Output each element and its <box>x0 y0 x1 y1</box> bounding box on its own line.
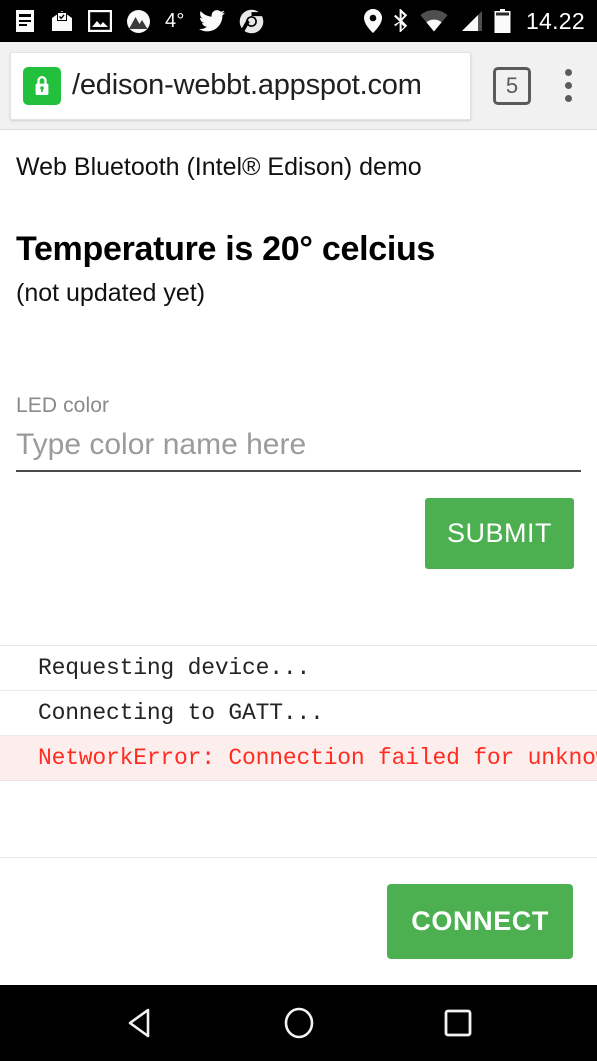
connect-row: CONNECT <box>0 858 597 985</box>
status-bar-system-icons: 14.22 <box>363 7 585 34</box>
twitter-icon <box>198 10 225 32</box>
overflow-menu-icon[interactable] <box>551 64 585 108</box>
led-color-input[interactable] <box>16 426 581 472</box>
chrome-icon <box>239 9 264 34</box>
weather-mountain-icon <box>126 9 151 34</box>
battery-icon <box>494 8 511 34</box>
page-body: Web Bluetooth (Intel® Edison) demo Tempe… <box>0 130 597 569</box>
back-triangle-icon[interactable] <box>105 988 175 1058</box>
submit-button[interactable]: SUBMIT <box>424 498 574 569</box>
cellular-signal-icon <box>459 10 483 32</box>
web-page-content: Web Bluetooth (Intel® Edison) demo Tempe… <box>0 130 597 985</box>
android-navigation-bar <box>0 985 597 1061</box>
recents-square-icon[interactable] <box>423 988 493 1058</box>
news-icon <box>14 9 36 33</box>
browser-toolbar: /edison-webbt.appspot.com 5 <box>0 42 597 130</box>
home-circle-icon[interactable] <box>264 988 334 1058</box>
bluetooth-icon <box>393 8 409 34</box>
url-text: /edison-webbt.appspot.com <box>72 69 422 101</box>
lock-icon[interactable] <box>23 66 61 105</box>
wifi-icon <box>420 10 448 32</box>
tab-switcher-button[interactable]: 5 <box>493 66 531 105</box>
android-status-bar: 4° 14.22 <box>0 0 597 42</box>
address-bar[interactable]: /edison-webbt.appspot.com <box>10 51 471 120</box>
log-item: Connecting to GATT... <box>0 691 597 736</box>
log-empty-area <box>0 781 597 858</box>
log-console: Requesting device... Connecting to GATT.… <box>0 645 597 781</box>
location-icon <box>363 9 382 33</box>
temperature-status: (not updated yet) <box>16 279 206 307</box>
status-bar-notification-icons: 4° <box>14 9 264 34</box>
temperature-heading: Temperature is 20° celcius <box>16 230 436 268</box>
connect-button[interactable]: CONNECT <box>387 884 573 959</box>
phone-screen: 4° 14.22 /edison-webbt.appspot.com 5 Web… <box>0 0 597 1061</box>
inbox-icon <box>50 9 74 33</box>
photos-icon <box>88 10 112 32</box>
log-item-error: NetworkError: Connection failed for unkn… <box>0 736 597 781</box>
submit-row: SUBMIT <box>16 498 581 569</box>
status-clock: 14.22 <box>525 7 585 34</box>
log-item: Requesting device... <box>0 646 597 691</box>
status-temperature: 4° <box>165 10 185 32</box>
led-color-label: LED color <box>16 394 110 417</box>
led-color-form: LED color SUBMIT <box>16 394 581 569</box>
page-title: Web Bluetooth (Intel® Edison) demo <box>16 153 422 181</box>
